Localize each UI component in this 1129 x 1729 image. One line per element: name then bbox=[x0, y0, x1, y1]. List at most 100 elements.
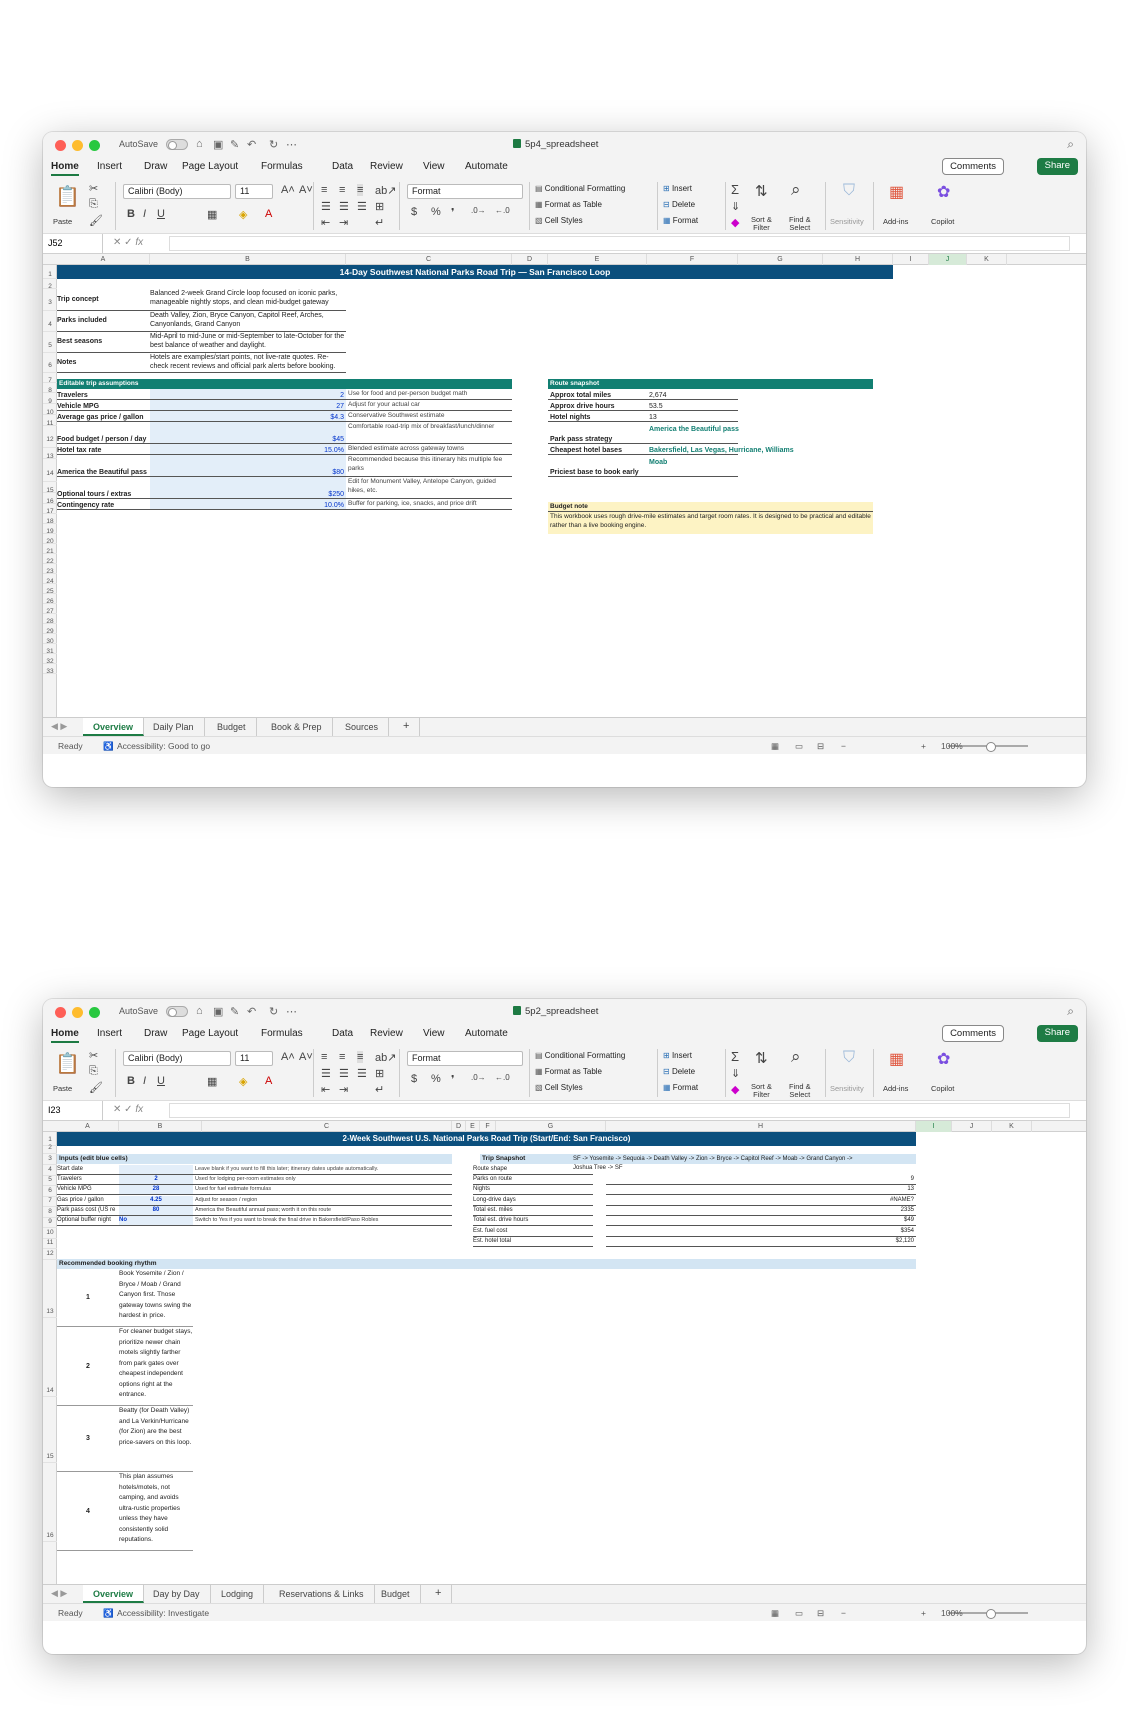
sensitivity-label[interactable]: Sensitivity bbox=[830, 1085, 864, 1093]
row-header[interactable]: 17 bbox=[43, 504, 57, 515]
assumption-label[interactable]: Average gas price / gallon bbox=[57, 411, 150, 422]
assumption-note[interactable]: Blended estimate across gateway towns bbox=[346, 444, 512, 455]
rhythm-number[interactable]: 2 bbox=[57, 1327, 119, 1406]
column-header-b[interactable]: B bbox=[150, 254, 346, 265]
input-label[interactable]: Gas price / gallon bbox=[57, 1196, 119, 1206]
row-header[interactable]: 25 bbox=[43, 584, 57, 595]
conditional-formatting-button[interactable]: ▤ Conditional Formatting bbox=[535, 1051, 625, 1060]
copy-icon[interactable]: ⎘ bbox=[89, 1065, 98, 1078]
tab-automate[interactable]: Automate bbox=[465, 161, 508, 172]
assumption-label[interactable]: Contingency rate bbox=[57, 499, 150, 510]
format-as-table-button[interactable]: ▦ Format as Table bbox=[535, 1067, 602, 1076]
row-header[interactable]: 19 bbox=[43, 524, 57, 535]
sheet-tab-book-prep[interactable]: Book & Prep bbox=[261, 718, 333, 736]
rhythm-text[interactable]: Beatty (for Death Valley) and La Verkin/… bbox=[119, 1406, 193, 1472]
sheet-title[interactable]: 14-Day Southwest National Parks Road Tri… bbox=[57, 265, 893, 279]
input-label[interactable]: Start date bbox=[57, 1165, 119, 1175]
row-header[interactable]: 2 bbox=[43, 1144, 57, 1154]
snapshot-value[interactable]: $49 bbox=[606, 1216, 916, 1226]
input-value[interactable] bbox=[119, 1165, 193, 1175]
concept-value[interactable]: Mid-April to mid-June or mid-September t… bbox=[150, 332, 346, 353]
sort-filter-label[interactable]: Sort & Filter bbox=[751, 216, 772, 232]
row-header[interactable]: 21 bbox=[43, 544, 57, 555]
scroll-tabs-left-icon[interactable]: ◀ ▶ bbox=[51, 1588, 67, 1599]
close-window-button[interactable] bbox=[55, 140, 66, 151]
column-header-j[interactable]: J bbox=[952, 1121, 992, 1132]
column-header-h[interactable]: H bbox=[606, 1121, 916, 1132]
close-window-button[interactable] bbox=[55, 1007, 66, 1018]
decrease-decimal-icon[interactable]: ←.0 bbox=[495, 206, 510, 215]
wrap-text-icon[interactable]: ↵ bbox=[375, 216, 384, 229]
name-box[interactable]: J52 bbox=[43, 234, 103, 253]
inputs-header[interactable]: Inputs (edit blue cells) bbox=[57, 1154, 452, 1164]
row-header[interactable]: 11 bbox=[43, 415, 57, 427]
accessibility-status[interactable]: Accessibility: Good to go bbox=[117, 741, 210, 751]
tab-draw[interactable]: Draw bbox=[144, 161, 167, 172]
input-value[interactable]: 2 bbox=[119, 1175, 193, 1185]
route-label[interactable]: Cheapest hotel bases bbox=[548, 444, 647, 455]
sensitivity-icon[interactable]: ⛉ bbox=[843, 182, 855, 200]
snapshot-label[interactable]: Nights bbox=[473, 1185, 593, 1195]
number-format-select[interactable]: Format bbox=[407, 184, 523, 199]
snapshot-value[interactable]: 9 bbox=[606, 1175, 916, 1185]
align-bottom-icon[interactable]: ≡ bbox=[357, 1051, 364, 1063]
row-header[interactable]: 10 bbox=[43, 1228, 57, 1239]
budget-note-header[interactable]: Budget note bbox=[548, 502, 873, 512]
row-header[interactable]: 4 bbox=[43, 1165, 57, 1176]
autosum-icon[interactable]: Σ bbox=[731, 1049, 739, 1064]
snapshot-label[interactable]: Total est. miles bbox=[473, 1206, 593, 1216]
outdent-icon[interactable]: ⇤ bbox=[321, 1083, 330, 1096]
add-ins-icon[interactable]: ▦ bbox=[889, 1049, 904, 1069]
assumption-label[interactable]: Vehicle MPG bbox=[57, 400, 150, 411]
tab-home[interactable]: Home bbox=[51, 1028, 79, 1043]
page-break-view-icon[interactable]: ⊟ bbox=[817, 1608, 824, 1619]
share-button[interactable]: Share bbox=[1036, 158, 1078, 175]
align-right-icon[interactable]: ☰ bbox=[357, 200, 367, 213]
zoom-in-icon[interactable]: + bbox=[921, 741, 926, 751]
column-header-f[interactable]: F bbox=[480, 1121, 496, 1132]
search-icon[interactable]: ⌕ bbox=[1067, 1004, 1074, 1019]
assumptions-header[interactable]: Editable trip assumptions bbox=[57, 379, 512, 389]
row-header[interactable]: 3 bbox=[43, 289, 57, 311]
row-header[interactable]: 13 bbox=[43, 448, 57, 460]
percent-icon[interactable]: % bbox=[431, 1073, 441, 1085]
minimize-window-button[interactable] bbox=[72, 1007, 83, 1018]
input-note[interactable]: America the Beautiful annual pass; worth… bbox=[193, 1206, 452, 1216]
route-value[interactable]: 2,674 bbox=[647, 389, 738, 400]
row-header[interactable]: 15 bbox=[43, 482, 57, 494]
accessibility-icon[interactable]: ♿ bbox=[103, 1608, 114, 1619]
zoom-window-button[interactable] bbox=[89, 140, 100, 151]
page-layout-view-icon[interactable]: ▭ bbox=[795, 741, 803, 752]
snapshot-label[interactable]: Est. hotel total bbox=[473, 1237, 593, 1247]
assumption-label[interactable]: Food budget / person / day bbox=[57, 422, 150, 444]
comma-icon[interactable]: ❜ bbox=[451, 1073, 455, 1086]
column-header-e[interactable]: E bbox=[548, 254, 647, 265]
row-header[interactable]: 16 bbox=[43, 493, 57, 505]
add-sheet-button[interactable]: + bbox=[393, 718, 421, 736]
tab-review[interactable]: Review bbox=[370, 1028, 403, 1039]
column-header-g[interactable]: G bbox=[496, 1121, 606, 1132]
sensitivity-label[interactable]: Sensitivity bbox=[830, 218, 864, 226]
underline-icon[interactable]: U bbox=[157, 208, 165, 220]
currency-icon[interactable]: $ bbox=[411, 1073, 417, 1085]
column-header-h[interactable]: H bbox=[823, 254, 893, 265]
assumption-label[interactable]: America the Beautiful pass bbox=[57, 455, 150, 477]
clear-icon[interactable]: ◆ bbox=[731, 1083, 739, 1096]
assumption-value[interactable]: $4.3 bbox=[150, 411, 346, 422]
decrease-font-icon[interactable]: A˅ bbox=[299, 184, 313, 196]
snapshot-value[interactable]: 13 bbox=[606, 1185, 916, 1195]
worksheet-grid[interactable]: A B C D E F G H I J K 1 2 3 4 5 6 7 8 9 10 11 12 13 1… bbox=[43, 1121, 1086, 1584]
sheet-tab-reservations[interactable]: Reservations & Links bbox=[269, 1585, 375, 1603]
budget-note-text[interactable]: This workbook uses rough drive-mile esti… bbox=[548, 512, 873, 534]
row-header[interactable]: 8 bbox=[43, 1207, 57, 1218]
row-header[interactable]: 5 bbox=[43, 1176, 57, 1186]
zoom-level[interactable]: 100% bbox=[941, 1608, 963, 1618]
route-label[interactable]: Park pass strategy bbox=[548, 422, 647, 444]
column-header-j[interactable]: J bbox=[929, 254, 967, 265]
column-header-k[interactable]: K bbox=[967, 254, 1007, 265]
sort-filter-label[interactable]: Sort & Filter bbox=[751, 1083, 772, 1099]
tab-view[interactable]: View bbox=[423, 161, 445, 172]
column-header-i[interactable]: I bbox=[916, 1121, 952, 1132]
row-header[interactable]: 8 bbox=[43, 383, 57, 394]
concept-label[interactable]: Parks included bbox=[57, 311, 150, 332]
